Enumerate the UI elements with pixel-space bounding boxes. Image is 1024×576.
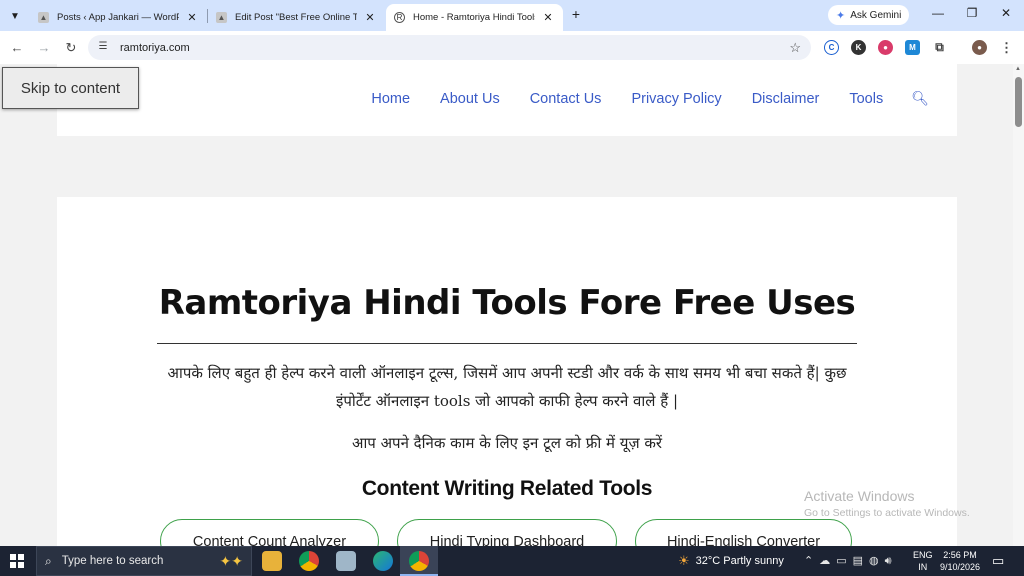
tool-button-content-count-analyzer[interactable]: Content Count Analyzer: [160, 519, 379, 546]
tab-home-active[interactable]: R Home - Ramtoriya Hindi Tools ✕: [386, 4, 563, 31]
tab-label: Edit Post "Best Free Online Tool: [235, 12, 357, 23]
search-placeholder: Type here to search: [61, 555, 164, 567]
taskbar-search-box[interactable]: ⌕ Type here to search ✦✦: [36, 546, 252, 576]
lang-region: IN: [918, 562, 928, 572]
site-info-icon[interactable]: ☰: [96, 41, 110, 55]
intro-paragraph: आपके लिए बहुत ही हेल्प करने वाली ऑनलाइन …: [147, 359, 867, 415]
ask-gemini-button[interactable]: ✦ Ask Gemini: [828, 5, 910, 25]
intro-line-2: इंपोर्टेंट ऑनलाइन tools जो आपको काफी हेल…: [335, 392, 678, 410]
subtext: आप अपने दैनिक काम के लिए इन टूल को फ्री …: [351, 434, 663, 452]
system-tray-icons[interactable]: ⌃☁▭▤◍🔊︎: [804, 554, 898, 568]
window-close-button[interactable]: ✕: [992, 6, 1020, 24]
clock-time: 2:56 PM: [943, 550, 977, 560]
browser-toolbar: ← → ↻ ☰ ramtoriya.com ☆ C K ● M ⧉ ● ⋮: [0, 31, 1024, 64]
tab-edit-post[interactable]: ▲ Edit Post "Best Free Online Tool ✕: [208, 4, 385, 31]
taskbar-clock[interactable]: 2:56 PM 9/10/2026: [938, 549, 982, 573]
weather-text: 32°C Partly sunny: [695, 555, 784, 567]
nav-contact-us[interactable]: Contact Us: [530, 91, 602, 107]
minimize-button[interactable]: —: [924, 6, 952, 24]
chrome-icon: [409, 551, 429, 571]
nav-disclaimer[interactable]: Disclaimer: [752, 91, 820, 107]
search-highlight-icon: ✦✦: [219, 553, 243, 569]
watermark-line-1: Activate Windows: [804, 488, 915, 504]
partly-sunny-icon: ☀: [678, 553, 690, 568]
watermark-line-2: Go to Settings to activate Windows.: [804, 507, 970, 519]
site-header: ⌒⌒ Home About Us Contact Us Privacy Poli…: [57, 64, 957, 136]
scrollbar-thumb[interactable]: [1015, 77, 1022, 127]
tab-label: Home - Ramtoriya Hindi Tools: [413, 12, 535, 23]
skip-to-content-link[interactable]: Skip to content: [2, 67, 139, 109]
tool-button-hindi-english-converter[interactable]: Hindi-English Converter: [635, 519, 852, 546]
title-divider: [157, 343, 857, 344]
scroll-up-arrow-icon[interactable]: ▲: [1015, 66, 1021, 72]
nav-privacy-policy[interactable]: Privacy Policy: [631, 91, 721, 107]
lang-code: ENG: [913, 550, 933, 560]
nav-home[interactable]: Home: [371, 91, 410, 107]
edge-icon[interactable]: [373, 551, 393, 571]
gemini-sparkle-icon: ✦: [836, 9, 846, 22]
browser-menu-icon[interactable]: ⋮: [999, 40, 1014, 55]
windows-taskbar: ⌕ Type here to search ✦✦ ☀ 32°C Partly s…: [0, 546, 1024, 576]
extensions-puzzle-icon[interactable]: ⧉: [932, 40, 947, 55]
forward-button[interactable]: →: [34, 38, 54, 58]
tab-label: Posts ‹ App Jankari — WordPre: [57, 12, 179, 23]
wordpress-icon: ▲: [38, 12, 49, 23]
extension-c-icon[interactable]: C: [824, 40, 839, 55]
file-explorer-icon[interactable]: [262, 551, 282, 571]
taskbar-active-app[interactable]: [400, 546, 438, 576]
tab-posts[interactable]: ▲ Posts ‹ App Jankari — WordPre ✕: [30, 4, 207, 31]
page-title: Ramtoriya Hindi Tools Fore Free Uses: [158, 283, 856, 323]
notepad-icon[interactable]: [336, 551, 356, 571]
close-icon[interactable]: ✕: [363, 11, 377, 24]
address-bar[interactable]: ☰ ramtoriya.com ☆: [88, 35, 811, 60]
extension-m-icon[interactable]: M: [905, 40, 920, 55]
notifications-icon[interactable]: ▭: [992, 553, 1004, 569]
profile-avatar[interactable]: ●: [972, 40, 987, 55]
clock-date: 9/10/2026: [939, 562, 981, 572]
nav-tools[interactable]: Tools: [849, 91, 883, 107]
extension-color-icon[interactable]: ●: [878, 40, 893, 55]
restore-button[interactable]: ❐: [958, 6, 986, 24]
search-icon[interactable]: 🔍︎: [911, 90, 929, 107]
extension-k-icon[interactable]: K: [851, 40, 866, 55]
tool-button-hindi-typing-dashboard[interactable]: Hindi Typing Dashboard: [397, 519, 617, 546]
bookmark-star-icon[interactable]: ☆: [789, 40, 801, 56]
wordpress-icon: ▲: [216, 12, 227, 23]
nav-about-us[interactable]: About Us: [440, 91, 500, 107]
close-icon[interactable]: ✕: [185, 11, 199, 24]
back-button[interactable]: ←: [7, 38, 27, 58]
weather-widget[interactable]: ☀ 32°C Partly sunny: [678, 553, 784, 569]
main-navigation: Home About Us Contact Us Privacy Policy …: [341, 90, 929, 107]
intro-line-1: आपके लिए बहुत ही हेल्प करने वाली ऑनलाइन …: [167, 364, 847, 382]
search-icon: ⌕: [45, 553, 52, 568]
browser-tab-strip: ▼ ▲ Posts ‹ App Jankari — WordPre ✕ ▲ Ed…: [0, 0, 1024, 31]
reload-button[interactable]: ↻: [61, 38, 81, 58]
page-viewport: Skip to content ⌒⌒ Home About Us Contact…: [0, 64, 1024, 546]
language-indicator[interactable]: ENG IN: [913, 549, 933, 573]
close-icon[interactable]: ✕: [541, 11, 555, 24]
new-tab-button[interactable]: +: [568, 6, 584, 24]
tab-search-button[interactable]: ▼: [4, 5, 26, 27]
activate-windows-watermark: Activate Windows Go to Settings to activ…: [804, 488, 970, 519]
windows-start-icon[interactable]: [10, 554, 24, 568]
site-logo-icon: R: [394, 12, 405, 23]
page-scrollbar[interactable]: ▲: [1013, 64, 1024, 546]
url-text: ramtoriya.com: [120, 41, 190, 54]
chrome-icon[interactable]: [299, 551, 319, 571]
gemini-label: Ask Gemini: [850, 9, 902, 21]
